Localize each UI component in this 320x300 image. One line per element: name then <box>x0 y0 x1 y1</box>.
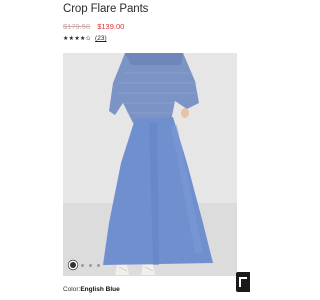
rating-row[interactable]: ★★★★✩ (23) <box>63 35 107 42</box>
sale-price: $139.00 <box>97 22 125 31</box>
product-card: Crop Flare Pants $179.50 $139.00 ★★★★✩ (… <box>50 0 250 300</box>
gallery-dot-4[interactable] <box>97 263 100 267</box>
color-label: Color: <box>63 286 81 293</box>
color-selection: Color:English Blue <box>63 286 120 293</box>
price-row: $179.50 $139.00 <box>63 22 124 31</box>
model-photo-illustration <box>63 53 237 276</box>
original-price: $179.50 <box>63 22 91 31</box>
chat-tab-button[interactable] <box>236 272 250 292</box>
gallery-dot-2[interactable] <box>81 263 84 267</box>
gallery-dot-1[interactable] <box>70 262 76 268</box>
chat-icon <box>239 277 247 287</box>
product-title: Crop Flare Pants <box>63 3 149 15</box>
star-rating-icon: ★★★★✩ <box>63 36 92 42</box>
gallery-dots[interactable] <box>70 262 100 268</box>
gallery-dot-3[interactable] <box>89 263 92 267</box>
product-image[interactable] <box>63 53 237 276</box>
reviews-link[interactable]: (23) <box>95 35 107 42</box>
color-value: English Blue <box>80 286 120 293</box>
